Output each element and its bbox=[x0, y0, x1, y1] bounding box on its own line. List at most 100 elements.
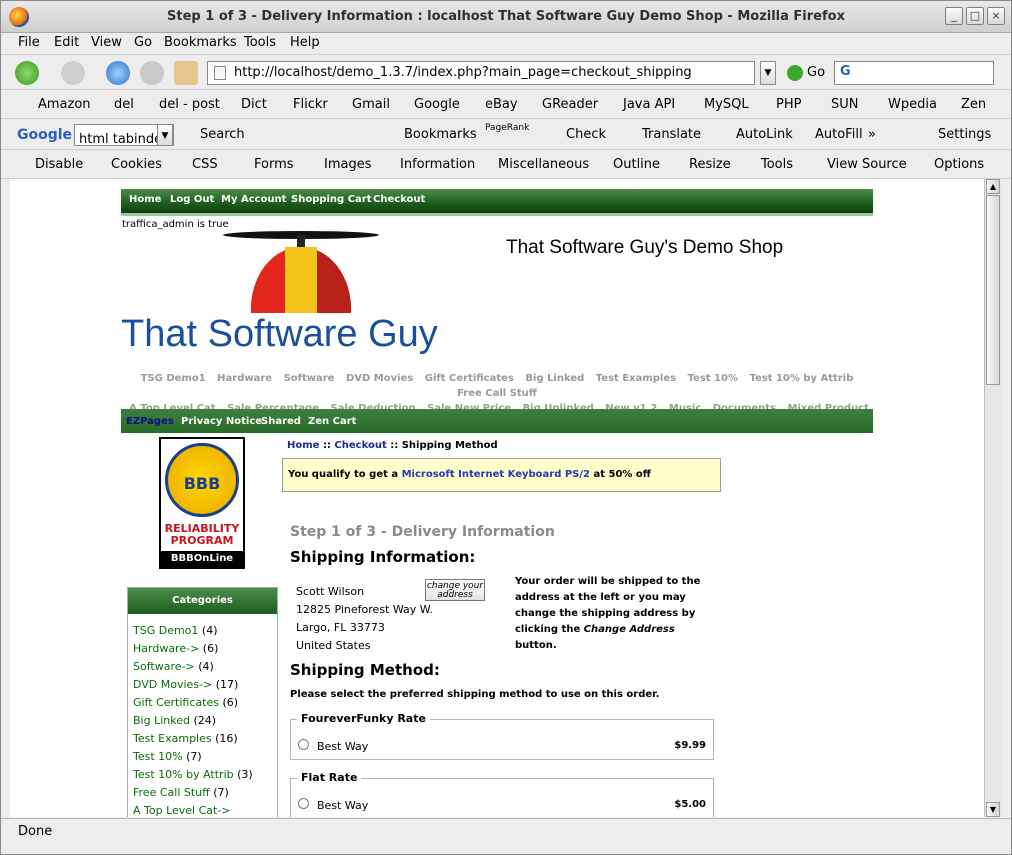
category-item[interactable]: Test 10% by Attrib (3) bbox=[133, 766, 277, 784]
webdev-information[interactable]: Information bbox=[400, 157, 475, 172]
nav-home[interactable]: Home bbox=[129, 194, 161, 205]
translate-button[interactable]: Translate bbox=[642, 127, 701, 142]
category-item[interactable]: Hardware-> (6) bbox=[133, 640, 277, 658]
vertical-scrollbar[interactable]: ▲ ▼ bbox=[984, 179, 1001, 817]
menu-bookmarks[interactable]: Bookmarks bbox=[164, 35, 237, 50]
forward-icon[interactable] bbox=[61, 61, 85, 85]
search-engine-icon[interactable]: G bbox=[840, 64, 851, 79]
go-button[interactable]: Go bbox=[807, 65, 825, 80]
bookmark-greader[interactable]: GReader bbox=[542, 97, 598, 112]
breadcrumb-home[interactable]: Home bbox=[287, 440, 319, 451]
scroll-thumb[interactable] bbox=[986, 195, 1000, 385]
webdev-resize[interactable]: Resize bbox=[689, 157, 731, 172]
category-item[interactable]: Test Examples (16) bbox=[133, 730, 277, 748]
bookmark-del-post[interactable]: del - post bbox=[159, 97, 220, 112]
webdev-options[interactable]: Options bbox=[934, 157, 984, 172]
menu-view[interactable]: View bbox=[91, 35, 122, 50]
scroll-down-icon[interactable]: ▼ bbox=[986, 802, 1000, 817]
webdev-tools[interactable]: Tools bbox=[761, 157, 793, 172]
menu-tools[interactable]: Tools bbox=[244, 35, 276, 50]
bookmark-google[interactable]: Google bbox=[414, 97, 460, 112]
bookmark-ebay[interactable]: eBay bbox=[485, 97, 518, 112]
cat-tab[interactable]: Free Call Stuff bbox=[457, 388, 537, 399]
cat-tab[interactable]: Test 10% by Attrib bbox=[749, 373, 853, 384]
ez-zen-cart[interactable]: Zen Cart bbox=[308, 416, 356, 427]
google-logo[interactable]: Google bbox=[17, 127, 72, 143]
promo-product-link[interactable]: Microsoft Internet Keyboard PS/2 bbox=[402, 469, 590, 480]
bbb-badge[interactable]: BBB RELIABILITY PROGRAM BBBOnLine bbox=[159, 437, 245, 569]
bookmark-gmail[interactable]: Gmail bbox=[352, 97, 390, 112]
cat-tab[interactable]: Gift Certificates bbox=[425, 373, 514, 384]
autofill-button[interactable]: AutoFill bbox=[815, 127, 863, 142]
webdev-outline[interactable]: Outline bbox=[613, 157, 660, 172]
more-button[interactable]: » bbox=[868, 127, 876, 142]
bookmark-wpedia[interactable]: Wpedia bbox=[888, 97, 937, 112]
category-item[interactable]: Test 10% (7) bbox=[133, 748, 277, 766]
ez-ezpages[interactable]: EZPages bbox=[126, 416, 174, 427]
bookmark-mysql[interactable]: MySQL bbox=[704, 97, 749, 112]
webdev-images[interactable]: Images bbox=[324, 157, 372, 172]
home-icon[interactable] bbox=[174, 61, 198, 85]
menu-go[interactable]: Go bbox=[134, 35, 152, 50]
cat-tab[interactable]: TSG Demo1 bbox=[141, 373, 206, 384]
logo-text[interactable]: That Software Guy bbox=[121, 313, 438, 356]
bookmark-flickr[interactable]: Flickr bbox=[293, 97, 328, 112]
nav-shopping-cart[interactable]: Shopping Cart bbox=[291, 194, 372, 205]
cat-tab[interactable]: Hardware bbox=[217, 373, 272, 384]
bookmark-del[interactable]: del bbox=[114, 97, 134, 112]
stop-icon[interactable] bbox=[140, 61, 164, 85]
category-item[interactable]: Free Call Stuff (7) bbox=[133, 784, 277, 802]
google-search-dropdown[interactable]: ▼ bbox=[157, 124, 173, 146]
menu-edit[interactable]: Edit bbox=[54, 35, 79, 50]
bookmark-dict[interactable]: Dict bbox=[241, 97, 267, 112]
back-icon[interactable] bbox=[15, 61, 39, 85]
radio-button[interactable] bbox=[298, 739, 309, 750]
webdev-cookies[interactable]: Cookies bbox=[111, 157, 162, 172]
scroll-up-icon[interactable]: ▲ bbox=[986, 179, 1000, 194]
page-viewport[interactable]: Home Log Out My Account Shopping Cart Ch… bbox=[10, 179, 984, 817]
ez-shared[interactable]: Shared bbox=[261, 416, 301, 427]
category-item[interactable]: TSG Demo1 (4) bbox=[133, 622, 277, 640]
nav-logout[interactable]: Log Out bbox=[170, 194, 214, 205]
bookmark-sun[interactable]: SUN bbox=[831, 97, 859, 112]
nav-my-account[interactable]: My Account bbox=[221, 194, 286, 205]
minimize-button[interactable]: _ bbox=[945, 7, 963, 25]
category-item[interactable]: DVD Movies-> (17) bbox=[133, 676, 277, 694]
webdev-disable[interactable]: Disable bbox=[35, 157, 83, 172]
breadcrumb-checkout[interactable]: Checkout bbox=[334, 440, 386, 451]
category-item[interactable]: Big Linked (24) bbox=[133, 712, 277, 730]
url-dropdown[interactable]: ▼ bbox=[760, 61, 776, 85]
cat-tab[interactable]: DVD Movies bbox=[346, 373, 413, 384]
go-icon[interactable] bbox=[787, 65, 803, 81]
webdev-forms[interactable]: Forms bbox=[254, 157, 294, 172]
webdev-view-source[interactable]: View Source bbox=[827, 157, 907, 172]
google-bookmarks-button[interactable]: Bookmarks bbox=[404, 127, 477, 142]
cat-tab[interactable]: Test 10% bbox=[688, 373, 738, 384]
autolink-button[interactable]: AutoLink bbox=[736, 127, 793, 142]
bookmark-php[interactable]: PHP bbox=[776, 97, 801, 112]
menu-file[interactable]: File bbox=[18, 35, 40, 50]
category-item[interactable]: Software-> (4) bbox=[133, 658, 277, 676]
menu-help[interactable]: Help bbox=[290, 35, 320, 50]
ez-privacy-notice[interactable]: Privacy Notice bbox=[181, 416, 262, 427]
category-item[interactable]: A Top Level Cat-> bbox=[133, 802, 277, 817]
bookmark-zen[interactable]: Zen bbox=[961, 97, 986, 112]
category-item[interactable]: Gift Certificates (6) bbox=[133, 694, 277, 712]
nav-checkout[interactable]: Checkout bbox=[373, 194, 425, 205]
webdev-css[interactable]: CSS bbox=[192, 157, 218, 172]
radio-button[interactable] bbox=[298, 798, 309, 809]
bookmark-amazon[interactable]: Amazon bbox=[38, 97, 91, 112]
cat-tab[interactable]: Big Linked bbox=[525, 373, 584, 384]
bookmark-java-api[interactable]: Java API bbox=[623, 97, 675, 112]
url-bar[interactable]: http://localhost/demo_1.3.7/index.php?ma… bbox=[207, 61, 755, 85]
cat-tab[interactable]: Test Examples bbox=[596, 373, 676, 384]
search-box[interactable]: G bbox=[834, 61, 994, 85]
change-address-button[interactable]: change your address bbox=[425, 579, 485, 601]
maximize-button[interactable]: □ bbox=[966, 7, 984, 25]
cat-tab[interactable]: Software bbox=[284, 373, 335, 384]
google-search-button[interactable]: Search bbox=[200, 127, 245, 142]
webdev-miscellaneous[interactable]: Miscellaneous bbox=[498, 157, 589, 172]
spell-check-button[interactable]: Check bbox=[566, 127, 606, 142]
pagerank-indicator[interactable]: PageRank bbox=[485, 123, 529, 133]
settings-button[interactable]: Settings bbox=[938, 127, 991, 142]
